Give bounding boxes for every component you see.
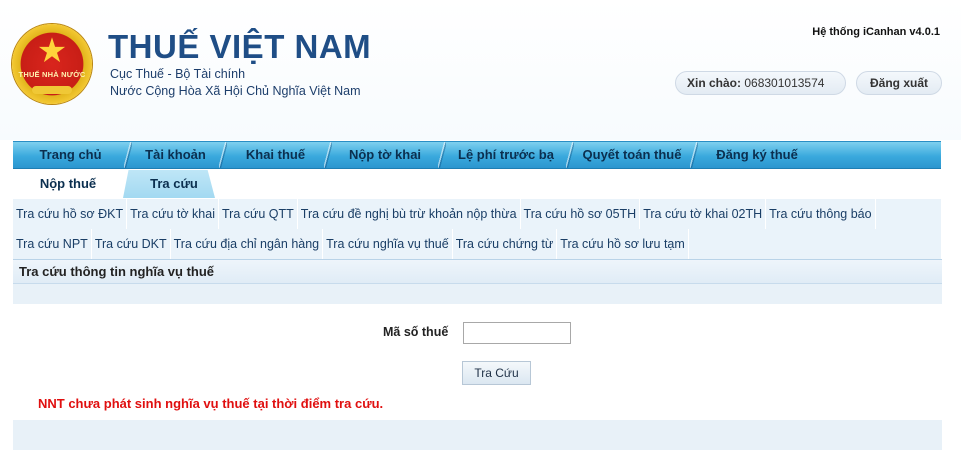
nav-tax-declaration[interactable]: Khai thuế [223,142,332,168]
user-id: 068301013574 [744,76,825,90]
link-lookup-voucher[interactable]: Tra cứu chứng từ [453,229,558,259]
search-button[interactable]: Tra Cứu [462,361,531,385]
tab-pay-tax[interactable]: Nộp thuế [13,170,123,198]
link-lookup-tax-obligation[interactable]: Tra cứu nghĩa vụ thuế [323,229,453,259]
brand-subtitle-country: Nước Cộng Hòa Xã Hội Chủ Nghĩa Việt Nam [110,84,361,98]
panel-body: Mã số thuế Tra Cứu NNT chưa phát sinh ng… [13,304,942,420]
nav-account[interactable]: Tài khoản [128,142,227,168]
result-message: NNT chưa phát sinh nghĩa vụ thuế tại thờ… [38,396,384,411]
tax-code-input[interactable] [463,322,571,344]
lookup-panel: Tra cứu thông tin nghĩa vụ thuế Mã số th… [13,259,942,450]
main-nav: Trang chủ Tài khoản Khai thuế Nộp tờ kha… [13,141,941,169]
link-lookup-offset-request[interactable]: Tra cứu đề nghị bù trừ khoản nộp thừa [298,199,521,229]
tax-code-label: Mã số thuế [383,325,449,339]
system-version: Hệ thống iCanhan v4.0.1 [812,26,940,38]
logo-text: THUẾ NHÀ NƯỚC [18,70,86,79]
brand-subtitle-ministry: Cục Thuế - Bộ Tài chính [110,67,246,81]
link-lookup-dkt[interactable]: Tra cứu DKT [92,229,171,259]
link-lookup-npt[interactable]: Tra cứu NPT [13,229,92,259]
brand-title: THUẾ VIỆT NAM [108,28,372,65]
lookup-links-row-2: Tra cứu NPT Tra cứu DKT Tra cứu địa chỉ … [13,229,941,259]
logout-button[interactable]: Đăng xuất [856,71,942,95]
header: ★ THUẾ NHÀ NƯỚC THUẾ VIỆT NAM Cục Thuế -… [0,0,961,140]
link-lookup-02th-declaration[interactable]: Tra cứu tờ khai 02TH [640,199,767,229]
link-lookup-bank-address[interactable]: Tra cứu địa chỉ ngân hàng [171,229,324,259]
nav-home[interactable]: Trang chủ [13,142,132,168]
nav-registration-fee[interactable]: Lệ phí trước bạ [442,142,574,168]
link-lookup-notice[interactable]: Tra cứu thông báo [766,199,876,229]
nav-tax-registration[interactable]: Đăng ký thuế [694,142,820,168]
lookup-links-row-1: Tra cứu hồ sơ ĐKT Tra cứu tờ khai Tra cứ… [13,199,941,229]
link-lookup-dkt-file[interactable]: Tra cứu hồ sơ ĐKT [13,199,128,229]
link-lookup-draft-file[interactable]: Tra cứu hồ sơ lưu tạm [557,229,689,259]
greeting-badge: Xin chào: 068301013574 [675,71,846,95]
sub-tabs: Nộp thuế Tra cứu [13,170,941,198]
gear-icon [32,86,72,94]
nav-tax-finalization[interactable]: Quyết toán thuế [570,142,698,168]
tab-lookup[interactable]: Tra cứu [123,170,215,198]
star-icon: ★ [36,31,68,71]
tax-emblem-logo: ★ THUẾ NHÀ NƯỚC [12,24,92,104]
tab-lookup-label: Tra cứu [150,176,198,191]
lookup-links: Tra cứu hồ sơ ĐKT Tra cứu tờ khai Tra cứ… [13,199,941,259]
link-lookup-qtt[interactable]: Tra cứu QTT [219,199,298,229]
link-lookup-05th-file[interactable]: Tra cứu hồ sơ 05TH [521,199,641,229]
nav-submit-declaration[interactable]: Nộp tờ khai [328,142,446,168]
link-lookup-declaration[interactable]: Tra cứu tờ khai [127,199,219,229]
greeting-label: Xin chào: [687,76,742,90]
panel-title: Tra cứu thông tin nghĩa vụ thuế [13,259,942,284]
